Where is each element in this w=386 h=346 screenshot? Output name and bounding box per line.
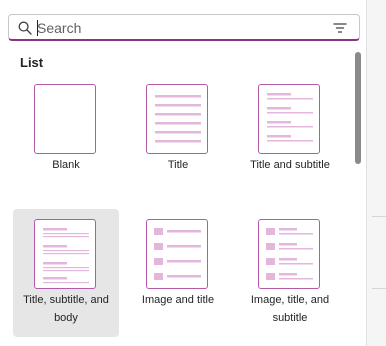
- template-title[interactable]: Title: [125, 74, 231, 202]
- template-blank[interactable]: Blank: [13, 74, 119, 202]
- template-image-title-subtitle[interactable]: Image, title, and subtitle: [237, 209, 343, 337]
- search-input[interactable]: [37, 18, 317, 38]
- template-thumbnail: [34, 84, 96, 154]
- template-label: Title, subtitle, and body: [23, 294, 109, 324]
- template-thumbnail: [146, 84, 208, 154]
- background-divider: [372, 288, 386, 289]
- template-label: Image, title, and subtitle: [250, 294, 330, 324]
- template-title-and-subtitle[interactable]: Title and subtitle: [237, 74, 343, 202]
- template-thumbnail: [258, 84, 320, 154]
- text-cursor: [37, 20, 38, 36]
- section-title: List: [20, 55, 44, 70]
- template-thumbnail: [34, 219, 96, 289]
- template-thumbnail: [146, 219, 208, 289]
- template-picker-panel: List Blank Title: [0, 0, 367, 345]
- template-label: Image and title: [141, 294, 215, 306]
- template-image-and-title[interactable]: Image and title: [125, 209, 231, 337]
- search-icon: [18, 21, 32, 35]
- background-app: [365, 0, 386, 346]
- template-title-subtitle-body[interactable]: Title, subtitle, and body: [13, 209, 119, 337]
- template-label: Title and subtitle: [250, 159, 330, 171]
- search-box: [8, 14, 360, 41]
- background-divider: [372, 216, 386, 217]
- template-label: Blank: [52, 159, 80, 171]
- filter-icon[interactable]: [333, 21, 347, 35]
- template-thumbnail: [258, 219, 320, 289]
- template-label: Title: [167, 159, 189, 171]
- scrollbar-thumb[interactable]: [355, 52, 361, 164]
